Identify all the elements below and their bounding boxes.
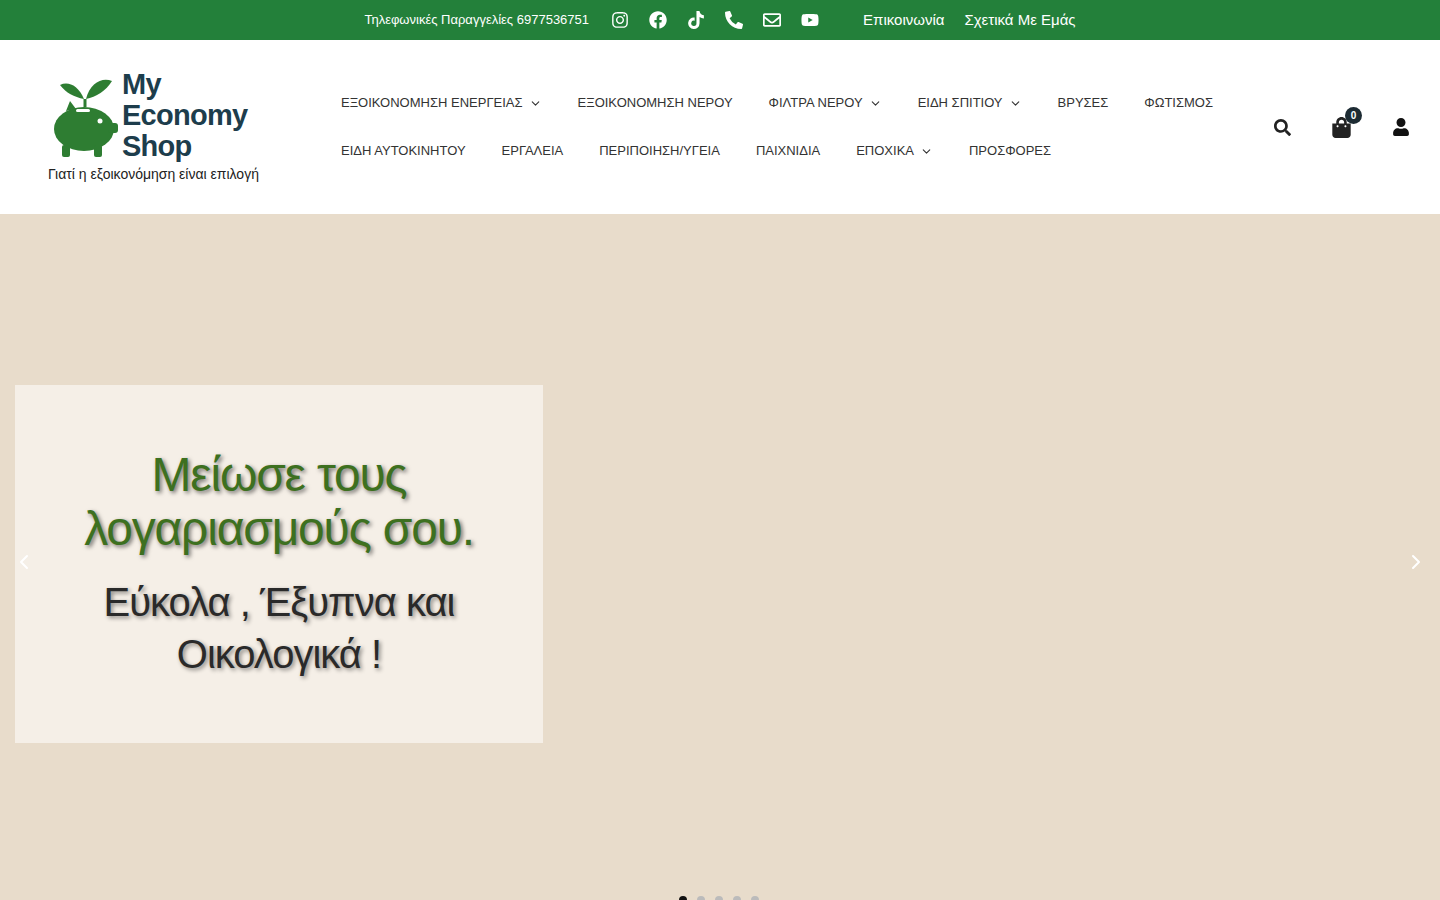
nav-item[interactable]: ΠΑΙΧΝΙΔΙΑ xyxy=(756,142,820,160)
youtube-icon[interactable] xyxy=(801,11,819,29)
nav-item[interactable]: ΕΞΟΙΚΟΝΟΜΗΣΗ ΝΕΡΟΥ xyxy=(578,94,733,112)
hero-headline: λογαριασμούς σου. xyxy=(84,502,474,556)
tiktok-icon[interactable] xyxy=(687,11,705,29)
logo[interactable]: MyEconomyShopΓιατί η εξοικονόμηση είναι … xyxy=(36,58,284,196)
nav-item[interactable]: ΦΙΛΤΡΑ ΝΕΡΟΥ xyxy=(769,94,882,112)
phone-icon[interactable] xyxy=(725,11,743,29)
facebook-icon[interactable] xyxy=(649,11,667,29)
main-nav: ΕΞΟΙΚΟΝΟΜΗΣΗ ΕΝΕΡΓΕΙΑΣ ΕΞΟΙΚΟΝΟΜΗΣΗ ΝΕΡΟΥ… xyxy=(341,94,1274,160)
top-bar: Τηλεφωνικές Παραγγελίες 6977536751 Επικοι… xyxy=(0,0,1440,40)
slider-dot[interactable] xyxy=(751,896,759,900)
phone-orders-text: Τηλεφωνικές Παραγγελίες 6977536751 xyxy=(364,10,589,30)
hero-subline: Οικολογικά ! xyxy=(177,628,381,680)
hero-headline: Μείωσε τους xyxy=(151,448,406,502)
nav-row: ΕΙΔΗ ΑΥΤΟΚΙΝΗΤΟΥ ΕΡΓΑΛΕΙΑ ΠΕΡΙΠΟΙΗΣΗ/ΥΓΕΙΑ… xyxy=(341,142,1274,160)
nav-item[interactable]: ΕΙΔΗ ΣΠΙΤΙΟΥ xyxy=(918,94,1022,112)
instagram-icon[interactable] xyxy=(611,11,629,29)
nav-item[interactable]: ΕΞΟΙΚΟΝΟΜΗΣΗ ΕΝΕΡΓΕΙΑΣ xyxy=(341,94,542,112)
header: MyEconomyShopΓιατί η εξοικονόμηση είναι … xyxy=(0,40,1440,214)
mail-icon[interactable] xyxy=(763,11,781,29)
nav-row: ΕΞΟΙΚΟΝΟΜΗΣΗ ΕΝΕΡΓΕΙΑΣ ΕΞΟΙΚΟΝΟΜΗΣΗ ΝΕΡΟΥ… xyxy=(341,94,1274,112)
nav-item[interactable]: ΠΡΟΣΦΟΡΕΣ xyxy=(969,142,1051,160)
nav-item[interactable]: ΕΙΔΗ ΑΥΤΟΚΙΝΗΤΟΥ xyxy=(341,142,466,160)
slider-dot[interactable] xyxy=(679,896,687,900)
slider-dots xyxy=(679,896,759,900)
logo-text: Economy xyxy=(122,100,247,131)
top-links: Επικοινωνία Σχετικά Με Εμάς xyxy=(863,9,1076,32)
nav-item[interactable]: ΕΠΟΧΙΚΑ xyxy=(856,142,933,160)
hero-slider: Μείωσε τουςλογαριασμούς σου. Εύκολα , Έξυ… xyxy=(0,214,1440,900)
header-actions: 0 xyxy=(1274,117,1410,138)
top-link[interactable]: Σχετικά Με Εμάς xyxy=(964,9,1075,32)
slider-dot[interactable] xyxy=(715,896,723,900)
piggy-bank-icon xyxy=(48,71,120,161)
nav-item[interactable]: ΕΡΓΑΛΕΙΑ xyxy=(502,142,564,160)
logo-text: Shop xyxy=(122,131,247,162)
slider-dot[interactable] xyxy=(733,896,741,900)
slider-prev-icon[interactable] xyxy=(12,550,36,574)
hero-caption: Μείωσε τουςλογαριασμούς σου. Εύκολα , Έξυ… xyxy=(15,385,543,743)
nav-item[interactable]: ΒΡΥΣΕΣ xyxy=(1058,94,1109,112)
chevron-down-icon xyxy=(529,97,542,110)
top-link[interactable]: Επικοινωνία xyxy=(863,9,944,32)
page: Τηλεφωνικές Παραγγελίες 6977536751 Επικοι… xyxy=(0,0,1440,900)
nav-item[interactable]: ΦΩΤΙΣΜΟΣ xyxy=(1144,94,1213,112)
slider-dot[interactable] xyxy=(697,896,705,900)
hero-subline: Εύκολα , Έξυπνα και xyxy=(104,576,455,628)
user-icon[interactable] xyxy=(1392,118,1410,136)
nav-item[interactable]: ΠΕΡΙΠΟΙΗΣΗ/ΥΓΕΙΑ xyxy=(599,142,720,160)
slider-next-icon[interactable] xyxy=(1404,550,1428,574)
cart-button[interactable]: 0 xyxy=(1331,117,1352,138)
search-icon[interactable] xyxy=(1274,119,1291,136)
logo-text: My xyxy=(122,69,247,100)
social-icons xyxy=(611,11,819,29)
cart-count-badge: 0 xyxy=(1345,107,1362,124)
chevron-down-icon xyxy=(1009,97,1022,110)
logo-tagline: Γιατί η εξοικονόμηση είναι επιλογή xyxy=(48,164,284,185)
chevron-down-icon xyxy=(920,145,933,158)
chevron-down-icon xyxy=(869,97,882,110)
